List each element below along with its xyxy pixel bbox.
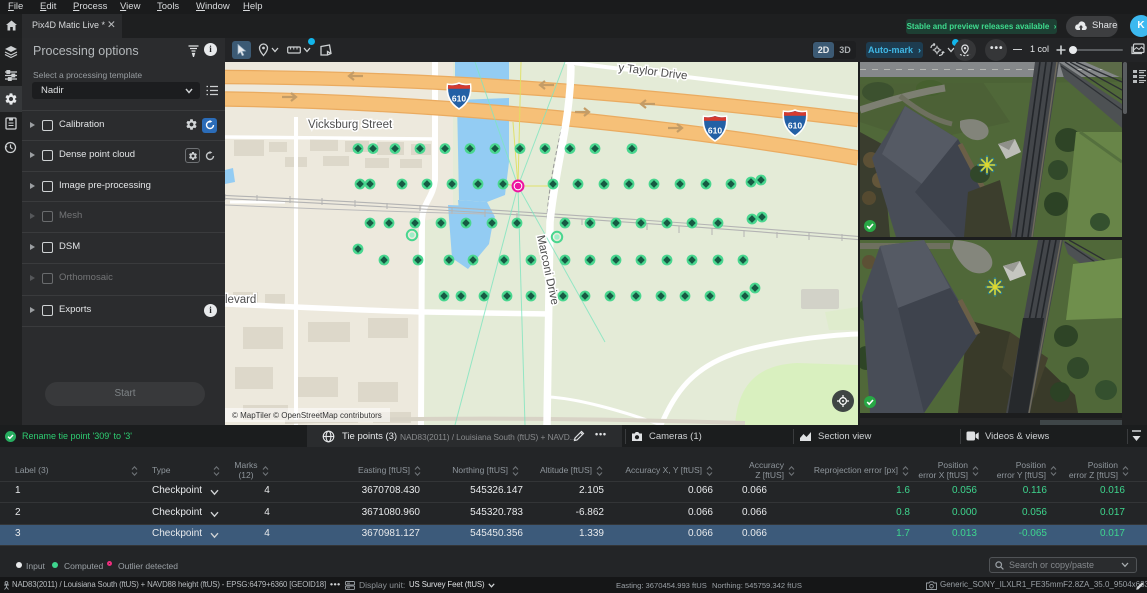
- svg-text:Vicksburg Street: Vicksburg Street: [308, 119, 393, 131]
- svg-text:levard: levard: [225, 294, 256, 306]
- svg-text:610: 610: [708, 126, 722, 136]
- svg-text:610: 610: [788, 121, 802, 131]
- svg-text:610: 610: [452, 94, 466, 104]
- svg-text:y Taylor Drive: y Taylor Drive: [618, 62, 688, 82]
- svg-text:Marconi Drive: Marconi Drive: [534, 234, 560, 306]
- svg-text:© MapTiler © OpenStreetMap co: © MapTiler © OpenStreetMap contributors: [232, 411, 382, 420]
